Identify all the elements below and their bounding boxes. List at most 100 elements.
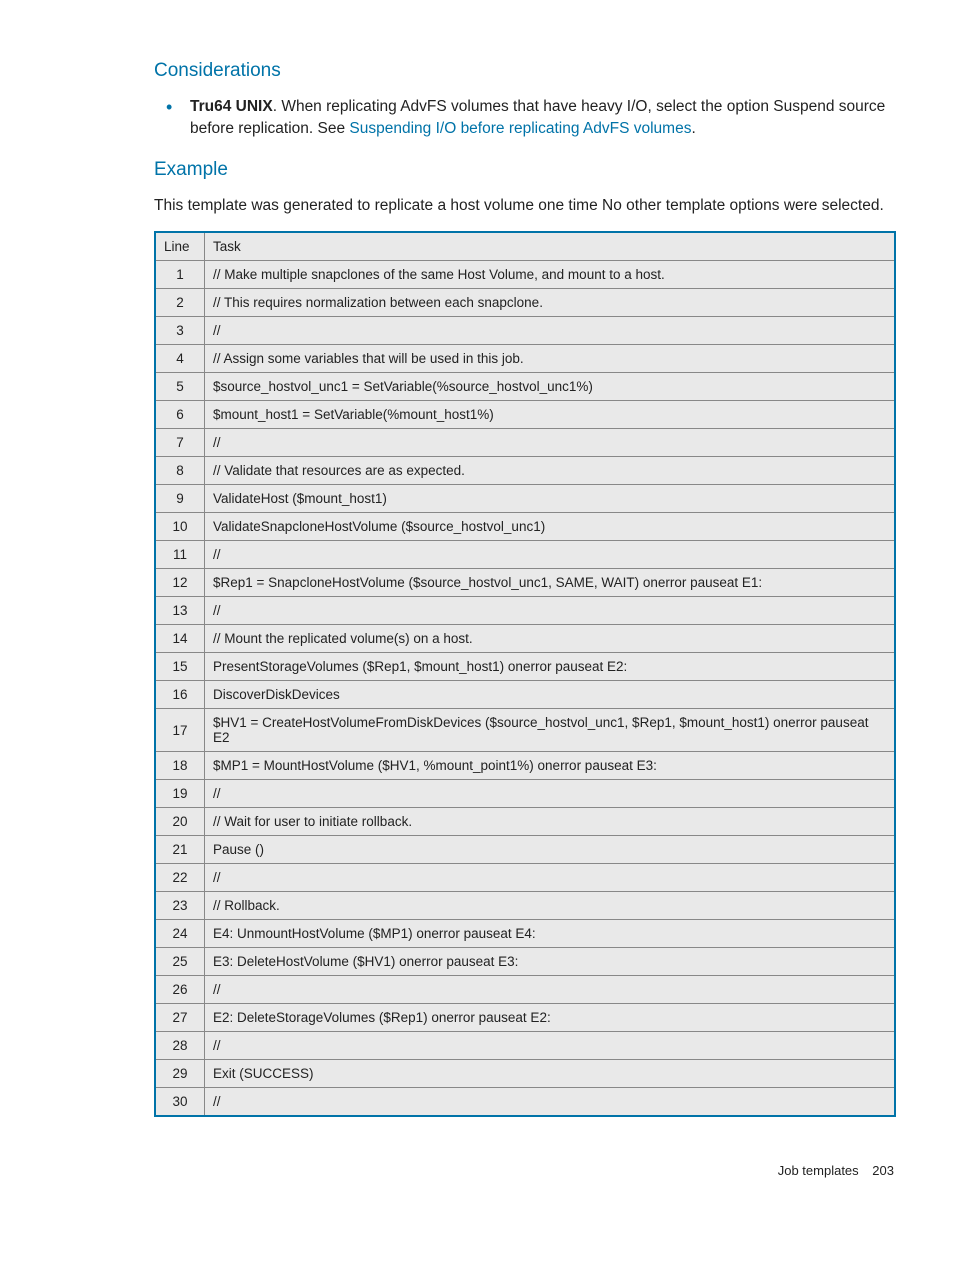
task-cell: ValidateSnapcloneHostVolume ($source_hos… (205, 513, 896, 541)
task-cell: ValidateHost ($mount_host1) (205, 485, 896, 513)
task-cell: Exit (SUCCESS) (205, 1060, 896, 1088)
line-number-cell: 15 (155, 653, 205, 681)
task-cell: E4: UnmountHostVolume ($MP1) onerror pau… (205, 920, 896, 948)
task-cell: // (205, 1088, 896, 1117)
line-number-cell: 28 (155, 1032, 205, 1060)
line-number-cell: 1 (155, 261, 205, 289)
task-cell: Pause () (205, 836, 896, 864)
table-row: 9ValidateHost ($mount_host1) (155, 485, 895, 513)
line-number-cell: 8 (155, 457, 205, 485)
table-row: 22// (155, 864, 895, 892)
col-header-task: Task (205, 232, 896, 261)
line-number-cell: 27 (155, 1004, 205, 1032)
table-row: 21Pause () (155, 836, 895, 864)
table-row: 17$HV1 = CreateHostVolumeFromDiskDevices… (155, 709, 895, 752)
line-number-cell: 30 (155, 1088, 205, 1117)
table-row: 30// (155, 1088, 895, 1117)
task-cell: // (205, 976, 896, 1004)
table-row: 19// (155, 780, 895, 808)
table-row: 18$MP1 = MountHostVolume ($HV1, %mount_p… (155, 752, 895, 780)
table-row: 15PresentStorageVolumes ($Rep1, $mount_h… (155, 653, 895, 681)
suspending-io-link[interactable]: Suspending I/O before replicating AdvFS … (349, 120, 691, 137)
line-number-cell: 17 (155, 709, 205, 752)
bullet-text-after-link: . (691, 120, 695, 137)
table-row: 28// (155, 1032, 895, 1060)
footer-page-number: 203 (872, 1163, 894, 1178)
table-row: 27E2: DeleteStorageVolumes ($Rep1) onerr… (155, 1004, 895, 1032)
line-number-cell: 2 (155, 289, 205, 317)
table-row: 2// This requires normalization between … (155, 289, 895, 317)
task-cell: $mount_host1 = SetVariable(%mount_host1%… (205, 401, 896, 429)
line-number-cell: 6 (155, 401, 205, 429)
line-number-cell: 3 (155, 317, 205, 345)
table-row: 6$mount_host1 = SetVariable(%mount_host1… (155, 401, 895, 429)
task-cell: // (205, 597, 896, 625)
table-row: 3// (155, 317, 895, 345)
line-number-cell: 26 (155, 976, 205, 1004)
job-template-table: Line Task 1// Make multiple snapclones o… (154, 231, 896, 1117)
table-row: 10ValidateSnapcloneHostVolume ($source_h… (155, 513, 895, 541)
task-cell: $source_hostvol_unc1 = SetVariable(%sour… (205, 373, 896, 401)
line-number-cell: 24 (155, 920, 205, 948)
table-row: 1// Make multiple snapclones of the same… (155, 261, 895, 289)
task-cell: // (205, 541, 896, 569)
task-cell: E2: DeleteStorageVolumes ($Rep1) onerror… (205, 1004, 896, 1032)
line-number-cell: 16 (155, 681, 205, 709)
line-number-cell: 5 (155, 373, 205, 401)
line-number-cell: 21 (155, 836, 205, 864)
table-row: 23// Rollback. (155, 892, 895, 920)
line-number-cell: 23 (155, 892, 205, 920)
line-number-cell: 7 (155, 429, 205, 457)
task-cell: // Wait for user to initiate rollback. (205, 808, 896, 836)
example-heading: Example (154, 159, 896, 181)
col-header-line: Line (155, 232, 205, 261)
page-footer: Job templates 203 (154, 1163, 896, 1178)
task-cell: // (205, 780, 896, 808)
example-intro-paragraph: This template was generated to replicate… (154, 195, 896, 217)
table-row: 7// (155, 429, 895, 457)
table-row: 14// Mount the replicated volume(s) on a… (155, 625, 895, 653)
task-cell: $HV1 = CreateHostVolumeFromDiskDevices (… (205, 709, 896, 752)
table-row: 4// Assign some variables that will be u… (155, 345, 895, 373)
task-cell: // Assign some variables that will be us… (205, 345, 896, 373)
bullet-lead-bold: Tru64 UNIX (190, 98, 273, 115)
line-number-cell: 4 (155, 345, 205, 373)
line-number-cell: 13 (155, 597, 205, 625)
considerations-bullet: Tru64 UNIX. When replicating AdvFS volum… (154, 96, 896, 141)
task-cell: // Make multiple snapclones of the same … (205, 261, 896, 289)
line-number-cell: 20 (155, 808, 205, 836)
task-cell: // Validate that resources are as expect… (205, 457, 896, 485)
task-cell: // (205, 429, 896, 457)
task-cell: // (205, 317, 896, 345)
line-number-cell: 29 (155, 1060, 205, 1088)
table-row: 12$Rep1 = SnapcloneHostVolume ($source_h… (155, 569, 895, 597)
table-row: 25E3: DeleteHostVolume ($HV1) onerror pa… (155, 948, 895, 976)
task-cell: // (205, 864, 896, 892)
task-cell: PresentStorageVolumes ($Rep1, $mount_hos… (205, 653, 896, 681)
line-number-cell: 22 (155, 864, 205, 892)
line-number-cell: 9 (155, 485, 205, 513)
task-cell: $Rep1 = SnapcloneHostVolume ($source_hos… (205, 569, 896, 597)
table-header-row: Line Task (155, 232, 895, 261)
task-cell: E3: DeleteHostVolume ($HV1) onerror paus… (205, 948, 896, 976)
line-number-cell: 12 (155, 569, 205, 597)
footer-section-label: Job templates (778, 1163, 859, 1178)
line-number-cell: 11 (155, 541, 205, 569)
task-cell: // Mount the replicated volume(s) on a h… (205, 625, 896, 653)
considerations-heading: Considerations (154, 60, 896, 82)
table-row: 5$source_hostvol_unc1 = SetVariable(%sou… (155, 373, 895, 401)
table-row: 11// (155, 541, 895, 569)
table-row: 26// (155, 976, 895, 1004)
table-row: 24E4: UnmountHostVolume ($MP1) onerror p… (155, 920, 895, 948)
table-row: 20// Wait for user to initiate rollback. (155, 808, 895, 836)
task-cell: // Rollback. (205, 892, 896, 920)
table-row: 29Exit (SUCCESS) (155, 1060, 895, 1088)
task-cell: // (205, 1032, 896, 1060)
table-row: 8// Validate that resources are as expec… (155, 457, 895, 485)
line-number-cell: 10 (155, 513, 205, 541)
line-number-cell: 14 (155, 625, 205, 653)
table-row: 13// (155, 597, 895, 625)
task-cell: // This requires normalization between e… (205, 289, 896, 317)
table-row: 16DiscoverDiskDevices (155, 681, 895, 709)
task-cell: DiscoverDiskDevices (205, 681, 896, 709)
